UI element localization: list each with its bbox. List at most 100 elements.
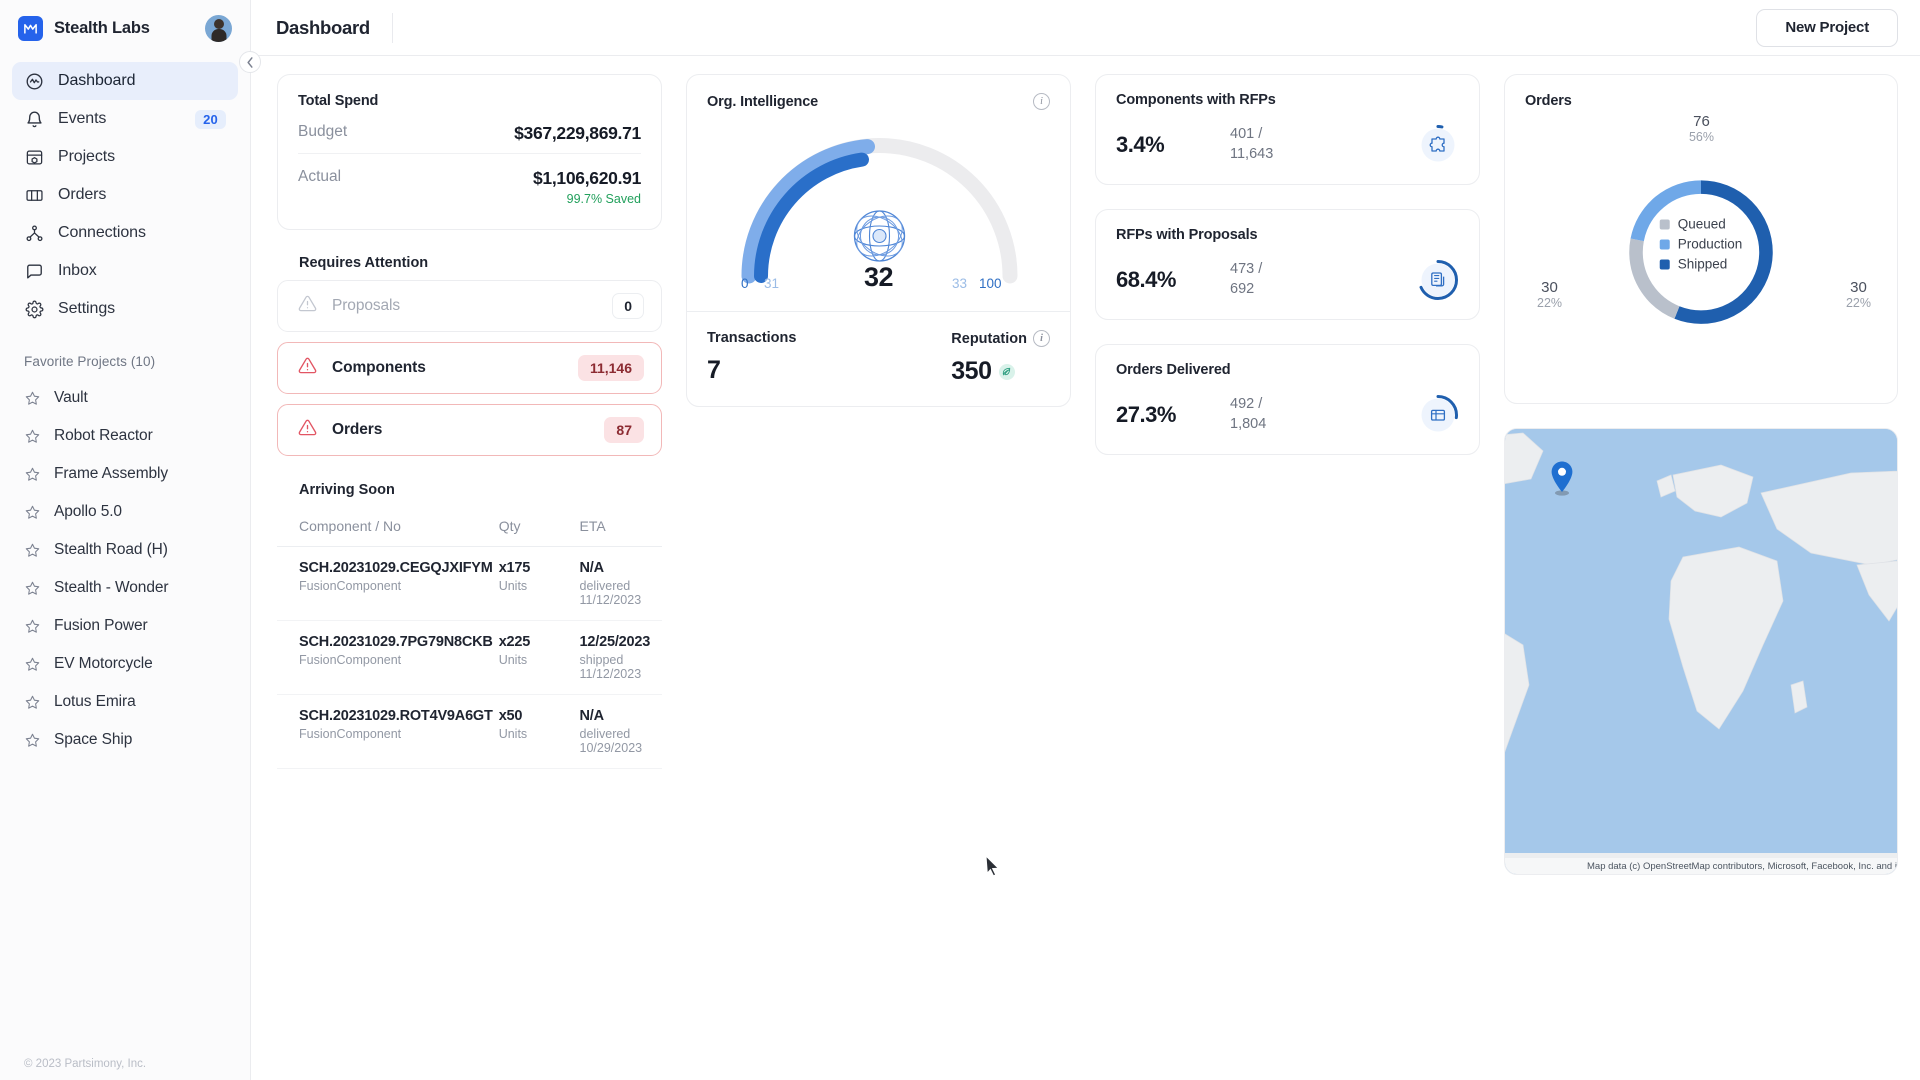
total-spend-card: Total Spend Budget $367,229,869.71 Actua…: [277, 74, 662, 230]
favorite-item[interactable]: Apollo 5.0: [0, 493, 250, 531]
favorite-label: Space Ship: [54, 731, 133, 748]
attention-label: Proposals: [332, 297, 401, 314]
metric-numerator: 401 /: [1230, 126, 1263, 143]
favorite-item[interactable]: Robot Reactor: [0, 417, 250, 455]
sidebar-item-label: Orders: [58, 186, 107, 203]
mouse-cursor: [985, 854, 1001, 882]
metric-percent: 27.3%: [1116, 402, 1176, 427]
favorite-item[interactable]: Stealth - Wonder: [0, 569, 250, 607]
reputation-label-wrap: Reputation i: [951, 330, 1050, 347]
arriving-soon-table: Component / No Qty ETA SCH.20231029.CEGQ…: [277, 506, 662, 769]
globe-sphere-icon: [853, 210, 906, 262]
legend-item-queued: Queued: [1659, 216, 1743, 232]
attention-count: 0: [612, 293, 644, 319]
reputation-stat: Reputation i 350: [935, 330, 1050, 386]
sidebar-item-inbox[interactable]: Inbox: [12, 252, 238, 290]
legend-label: Queued: [1677, 216, 1726, 232]
card-title: Org. Intelligence: [707, 93, 819, 110]
budget-row: Budget $367,229,869.71: [298, 109, 641, 154]
component-id: SCH.20231029.ROT4V9A6GT: [299, 708, 493, 724]
favorite-item[interactable]: EV Motorcycle: [0, 645, 250, 683]
sidebar-item-settings[interactable]: Settings: [12, 290, 238, 328]
component-type: FusionComponent: [299, 653, 402, 667]
donut-label-production: 30 22%: [1845, 279, 1871, 311]
metric-card-orders-delivered: Orders Delivered 27.3% 492 / 1,804: [1095, 344, 1480, 455]
favorites-list: Vault Robot Reactor Frame Assembly Apoll…: [0, 379, 250, 759]
sidebar-item-dashboard[interactable]: Dashboard: [12, 62, 238, 100]
reputation-label: Reputation: [951, 330, 1027, 347]
eta-value: 12/25/2023: [579, 634, 651, 650]
component-type: FusionComponent: [299, 727, 402, 741]
org-intelligence-gauge: 0 31 33 100 32: [707, 126, 1050, 292]
progress-ring-components: [1417, 124, 1459, 166]
sidebar-item-label: Settings: [58, 300, 116, 317]
favorite-item[interactable]: Space Ship: [0, 721, 250, 759]
table-row[interactable]: SCH.20231029.CEGQJXIFYM FusionComponent …: [277, 546, 662, 621]
actual-label: Actual: [298, 168, 342, 185]
metric-card-rfps-proposals: RFPs with Proposals 68.4% 473 / 692: [1095, 209, 1480, 320]
metric-denominator: 1,804: [1230, 416, 1267, 432]
page-title: Dashboard: [276, 16, 370, 38]
qty-unit: Units: [498, 579, 528, 593]
attention-item-proposals[interactable]: Proposals 0: [277, 280, 662, 332]
donut-label-shipped: 76 56%: [1688, 113, 1715, 145]
attention-item-components[interactable]: Components 11,146: [277, 342, 662, 394]
table-row[interactable]: SCH.20231029.7PG79N8CKB FusionComponent …: [277, 620, 662, 695]
new-project-button[interactable]: New Project: [1756, 8, 1898, 47]
brand-name: Stealth Labs: [54, 18, 150, 37]
star-icon: [24, 466, 41, 483]
location-pin-icon: [1549, 460, 1575, 496]
table-row[interactable]: SCH.20231029.ROT4V9A6GT FusionComponent …: [277, 694, 662, 769]
donut-label-queued: 30 22%: [1537, 279, 1563, 311]
eta-value: N/A: [579, 708, 605, 724]
avatar[interactable]: [205, 14, 232, 42]
star-icon: [24, 618, 41, 635]
star-icon: [24, 694, 41, 711]
sidebar-item-events[interactable]: Events 20: [12, 100, 238, 138]
transactions-stat: Transactions 7: [707, 330, 935, 386]
eta-status: delivered 11/12/2023: [579, 579, 642, 607]
favorite-item[interactable]: Lotus Emira: [0, 683, 250, 721]
chat-icon: [24, 261, 45, 282]
metric-denominator: 11,643: [1230, 146, 1274, 162]
favorite-label: Stealth Road (H): [54, 541, 168, 558]
info-icon[interactable]: i: [1033, 330, 1050, 347]
favorite-label: Lotus Emira: [54, 693, 136, 710]
legend-swatch: [1659, 239, 1670, 249]
favorite-label: Frame Assembly: [54, 465, 169, 482]
progress-ring-rfps: [1417, 259, 1459, 301]
sidebar-item-orders[interactable]: Orders: [12, 176, 238, 214]
star-icon: [24, 732, 41, 749]
metric-percent: 3.4%: [1116, 132, 1165, 157]
card-title: RFPs with Proposals: [1116, 227, 1258, 243]
sidebar-item-projects[interactable]: Projects: [12, 138, 238, 176]
actual-row: Actual $1,106,620.91 99.7% Saved: [298, 154, 641, 215]
favorite-label: Apollo 5.0: [54, 503, 122, 520]
metric-card-components-rfps: Components with RFPs 3.4% 401 / 11,643: [1095, 74, 1480, 185]
info-icon[interactable]: i: [1033, 93, 1050, 110]
card-title: Components with RFPs: [1116, 92, 1276, 108]
favorite-item[interactable]: Fusion Power: [0, 607, 250, 645]
arriving-soon-heading: Arriving Soon: [299, 482, 395, 498]
left-column: Total Spend Budget $367,229,869.71 Actua…: [277, 74, 662, 769]
warning-icon: [298, 356, 317, 380]
orders-column: Orders 76 56% 30 22% 30 22% Queued Produ…: [1504, 74, 1898, 875]
qty-value: x175: [498, 560, 531, 576]
donut-legend: Queued Production Shipped: [1659, 212, 1743, 277]
orders-donut-chart: 76 56% 30 22% 30 22% Queued Production S…: [1525, 113, 1877, 375]
attention-item-orders[interactable]: Orders 87: [277, 404, 662, 456]
component-id: SCH.20231029.7PG79N8CKB: [299, 634, 493, 650]
requires-attention-heading: Requires Attention: [299, 255, 429, 271]
legend-label: Shipped: [1677, 256, 1728, 272]
qty-value: x50: [498, 708, 523, 724]
gauge-value: 32: [863, 262, 894, 292]
sidebar-item-connections[interactable]: Connections: [12, 214, 238, 252]
sidebar-collapse-button[interactable]: [239, 51, 261, 73]
favorite-item[interactable]: Frame Assembly: [0, 455, 250, 493]
sidebar-item-label: Inbox: [58, 262, 97, 279]
sidebar: Stealth Labs Dashboard Events 20 Project…: [0, 0, 261, 1080]
favorite-item[interactable]: Stealth Road (H): [0, 531, 250, 569]
world-map[interactable]: Map data (c) OpenStreetMap contributors,…: [1504, 428, 1898, 875]
favorite-item[interactable]: Vault: [0, 379, 250, 417]
column-header-qty: Qty: [498, 506, 580, 547]
